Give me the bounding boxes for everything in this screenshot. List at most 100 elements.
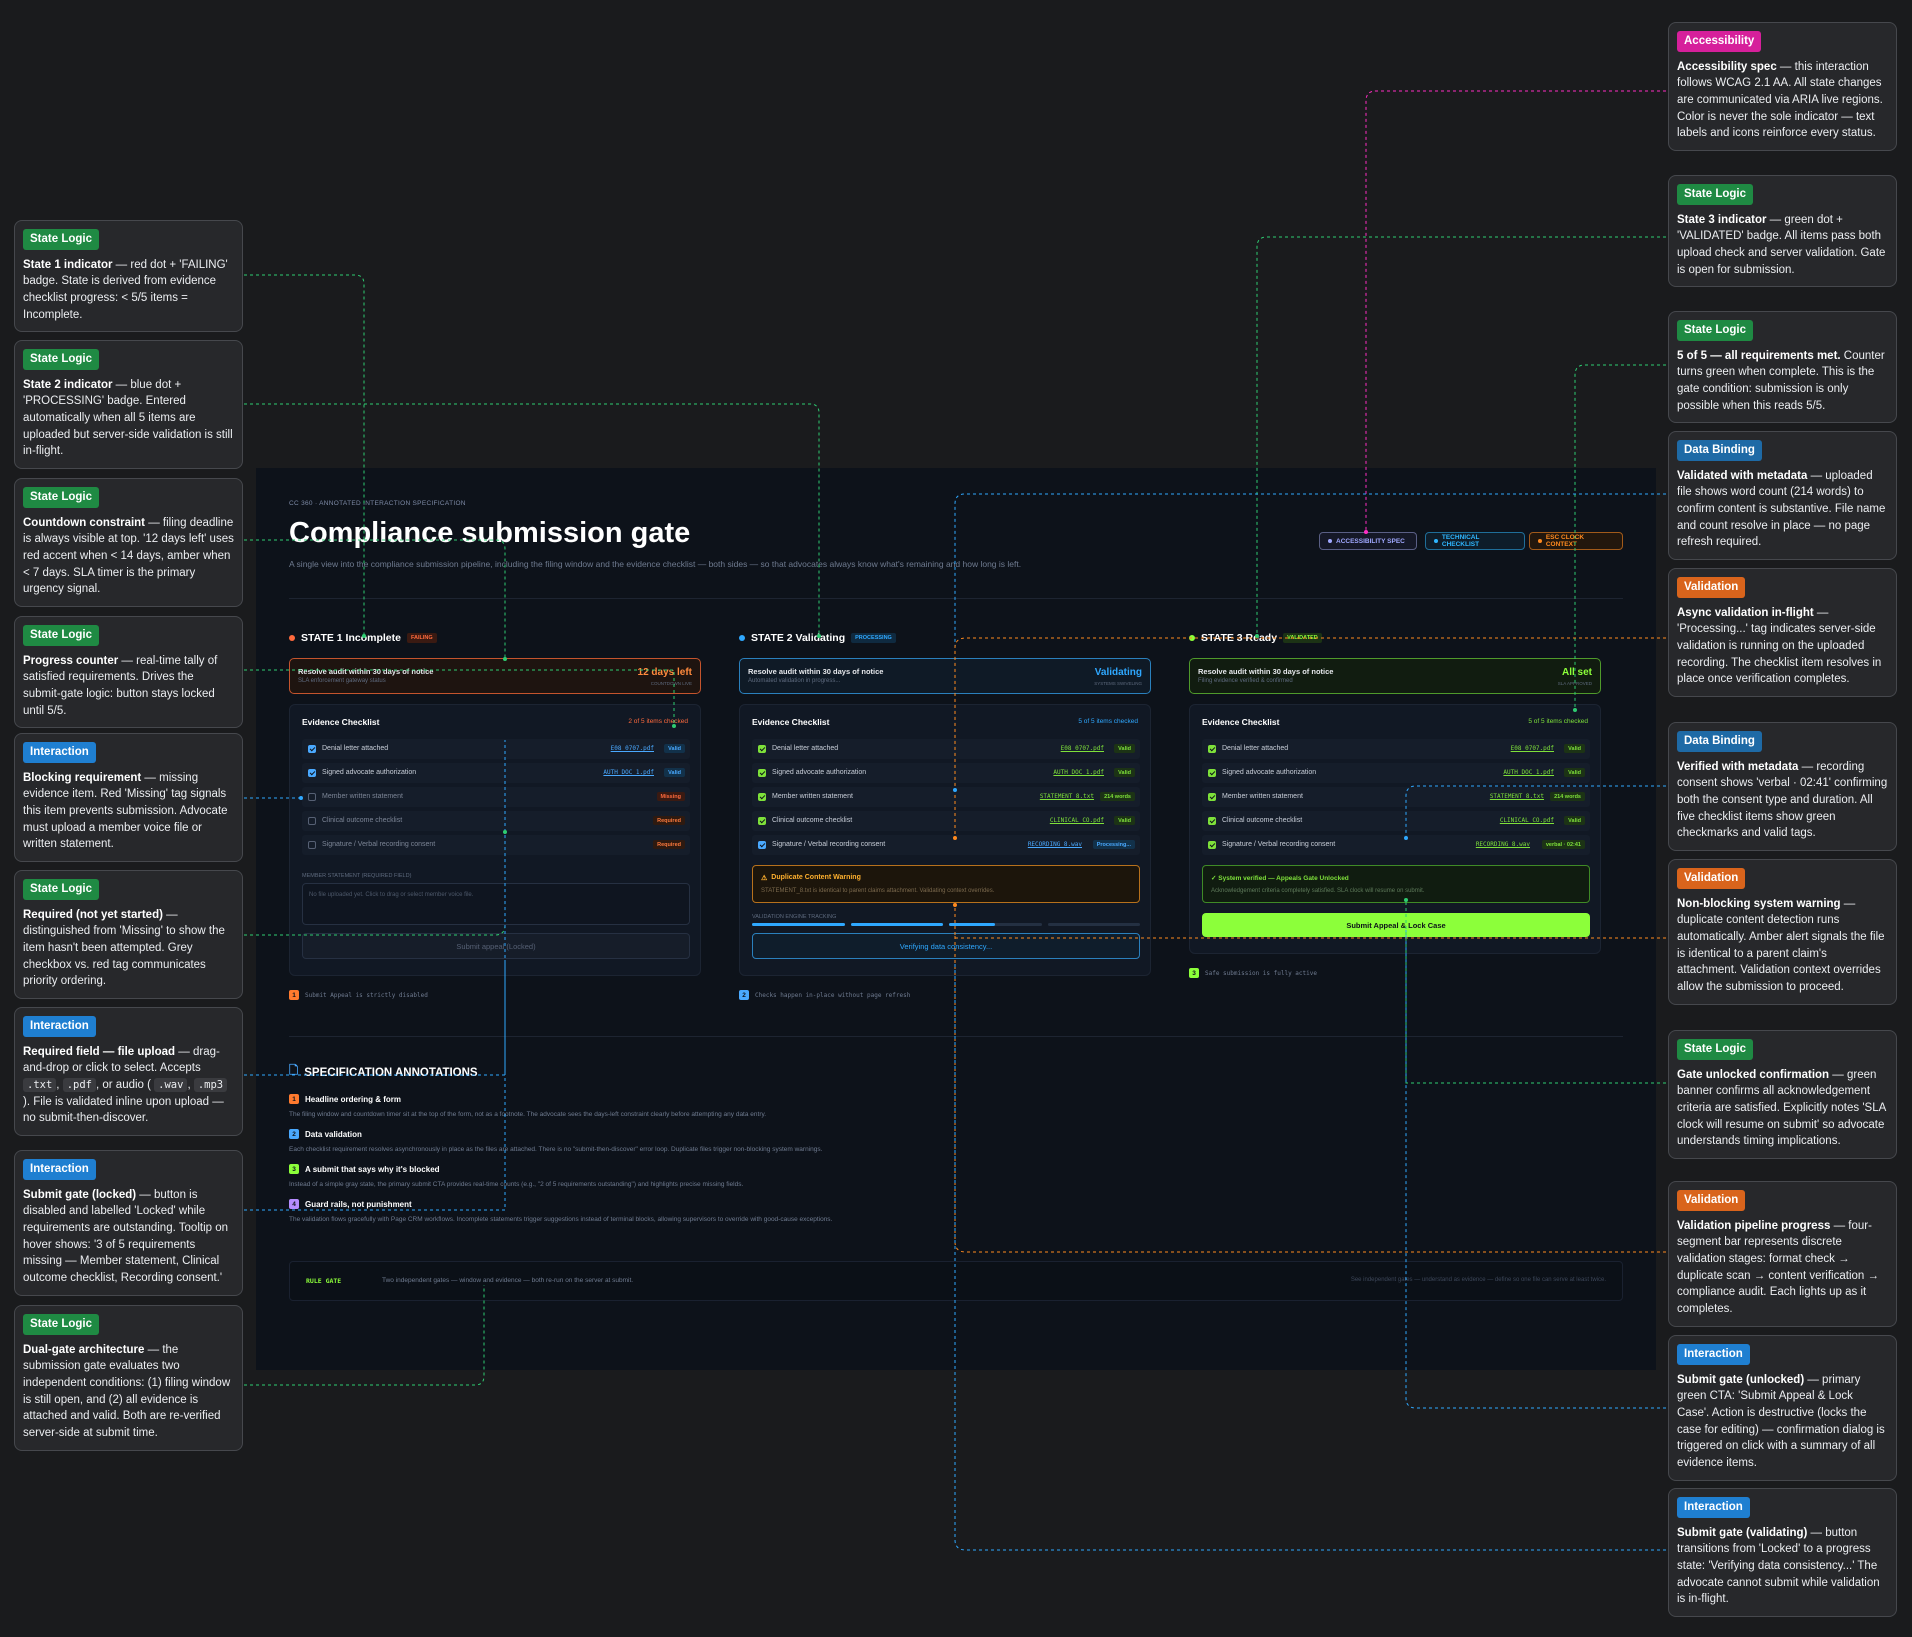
- annotation-submit-validating: Interaction Submit gate (validating) — bu…: [1668, 1488, 1897, 1618]
- state-1-header: STATE 1 Incomplete FAILING: [289, 632, 437, 644]
- upload-label: MEMBER STATEMENT (REQUIRED FIELD): [302, 873, 412, 879]
- checklist-item[interactable]: Denial letter attached E08_0707.pdf Valid: [752, 739, 1140, 759]
- progress-segment: [850, 923, 943, 926]
- duplicate-warning: ⚠ Duplicate Content Warning STATEMENT_8.t…: [752, 865, 1140, 903]
- checklist-item[interactable]: Member written statement Missing: [302, 787, 690, 807]
- footnote: 1 Submit Appeal is strictly disabled: [289, 990, 428, 1000]
- checklist-item[interactable]: Signed advocate authorization AUTH_DOC_1.…: [1202, 763, 1590, 783]
- checklist-item[interactable]: Denial letter attached E08_0707.pdf Valid: [302, 739, 690, 759]
- page-subtitle: A single view into the compliance submis…: [289, 559, 1022, 569]
- failing-badge: FAILING: [406, 633, 437, 643]
- dot-icon: [1538, 539, 1542, 543]
- annotation-state-1-indicator: State Logic State 1 indicator — red dot +…: [14, 220, 243, 333]
- checklist-item[interactable]: Clinical outcome checklist Required: [302, 811, 690, 831]
- progress-segment: [949, 923, 1042, 926]
- checkbox[interactable]: [758, 793, 766, 801]
- checkbox[interactable]: [1208, 769, 1216, 777]
- gate-unlocked-banner: ✓ System verified — Appeals Gate Unlocke…: [1202, 865, 1590, 903]
- checklist-item[interactable]: Clinical outcome checklist CLINICAL_CO.pd…: [1202, 811, 1590, 831]
- validated-badge: VALIDATED: [1283, 633, 1322, 643]
- countdown-banner: Resolve audit within 30 days of notice S…: [289, 658, 701, 694]
- evidence-checklist-2: Evidence Checklist 5 of 5 items checked …: [739, 704, 1151, 976]
- accessibility-spec-pill[interactable]: ACCESSIBILITY SPEC: [1319, 532, 1417, 550]
- processing-badge: PROCESSING: [851, 633, 896, 643]
- annotation-file-upload: Interaction Required field — file upload …: [14, 1007, 243, 1137]
- required-tag: Required: [653, 840, 685, 849]
- checklist-item[interactable]: Signature / Verbal recording consent Requ…: [302, 835, 690, 855]
- checkbox[interactable]: [1208, 817, 1216, 825]
- checkbox[interactable]: [1208, 745, 1216, 753]
- esc-clock-context-pill[interactable]: ESC CLOCK CONTEXT: [1529, 532, 1623, 550]
- annotation-blocking-requirement: Interaction Blocking requirement — missin…: [14, 733, 243, 863]
- checklist-item[interactable]: Member written statement STATEMENT_8.txt 2…: [752, 787, 1140, 807]
- progress-counter: 5 of 5 items checked: [1528, 718, 1588, 725]
- status-dot-icon: [739, 635, 745, 641]
- checkbox[interactable]: [1208, 841, 1216, 849]
- missing-tag: Missing: [656, 792, 685, 801]
- checkbox[interactable]: [308, 793, 316, 801]
- checkbox[interactable]: [758, 769, 766, 777]
- evidence-checklist-3: Evidence Checklist 5 of 5 items checked …: [1189, 704, 1601, 954]
- checkbox[interactable]: [308, 841, 316, 849]
- checklist-item[interactable]: Member written statement STATEMENT_8.txt 2…: [1202, 787, 1590, 807]
- countdown-banner: Resolve audit within 30 days of notice F…: [1189, 658, 1601, 694]
- progress-segment-fill: [850, 923, 943, 926]
- divider: [289, 1036, 1623, 1037]
- checklist-item[interactable]: Signed advocate authorization AUTH_DOC_1.…: [302, 763, 690, 783]
- annotation-gate-unlocked: State Logic Gate unlocked confirmation — …: [1668, 1030, 1897, 1160]
- footnote: 2 Checks happen in-place without page ref…: [739, 990, 910, 1000]
- annotation-countdown-constraint: State Logic Countdown constraint — filing…: [14, 478, 243, 608]
- checklist-item[interactable]: Clinical outcome checklist CLINICAL_CO.pd…: [752, 811, 1140, 831]
- status-dot-icon: [1189, 635, 1195, 641]
- annotation-progress-counter: State Logic Progress counter — real-time …: [14, 616, 243, 729]
- annotation-submit-unlocked: Interaction Submit gate (unlocked) — prim…: [1668, 1335, 1897, 1481]
- footnote: 3 Safe submission is fully active: [1189, 968, 1317, 978]
- checklist-item[interactable]: Signature / Verbal recording consent RECO…: [752, 835, 1140, 855]
- annotation-validated-metadata: Data Binding Validated with metadata — up…: [1668, 431, 1897, 561]
- divider: [289, 598, 1623, 599]
- dot-icon: [1434, 539, 1438, 543]
- checkbox[interactable]: [308, 817, 316, 825]
- required-tag: Required: [653, 816, 685, 825]
- spec-item-text: Instead of a simple gray state, the prim…: [289, 1181, 744, 1188]
- checkbox[interactable]: [758, 745, 766, 753]
- annotation-all-requirements-met: State Logic 5 of 5 — all requirements met…: [1668, 311, 1897, 424]
- checklist-item[interactable]: Denial letter attached E08_0707.pdf Valid: [1202, 739, 1590, 759]
- days-left: 12 days left: [637, 667, 692, 678]
- document-icon: 🗋: [289, 1065, 299, 1077]
- warning-icon: ⚠: [761, 875, 768, 882]
- annotation-state-2-indicator: State Logic State 2 indicator — blue dot …: [14, 340, 243, 470]
- spec-item-text: The filing window and countdown timer si…: [289, 1111, 767, 1118]
- countdown-banner: Resolve audit within 30 days of notice A…: [739, 658, 1151, 694]
- eyebrow: CC 360 · ANNOTATED INTERACTION SPECIFICA…: [289, 500, 466, 507]
- status-dot-icon: [289, 635, 295, 641]
- checkbox[interactable]: [758, 817, 766, 825]
- checkbox[interactable]: [1208, 793, 1216, 801]
- submit-appeal-lock-case-button[interactable]: Submit Appeal & Lock Case: [1202, 913, 1590, 937]
- checkbox[interactable]: [758, 841, 766, 849]
- progress-segment: [1047, 923, 1140, 926]
- annotation-state-3-indicator: State Logic State 3 indicator — green dot…: [1668, 175, 1897, 288]
- spec-item-text: Each checklist requirement resolves asyn…: [289, 1146, 823, 1153]
- spec-item-title: 4 Guard rails, not punishment: [289, 1199, 412, 1209]
- checkbox[interactable]: [308, 745, 316, 753]
- file-upload-field[interactable]: No file uploaded yet. Click to drag or s…: [302, 883, 690, 925]
- evidence-checklist-1: Evidence Checklist 2 of 5 items checked …: [289, 704, 701, 976]
- progress-segment-fill: [949, 923, 996, 926]
- checkbox[interactable]: [308, 769, 316, 777]
- annotation-system-warning: Validation Non-blocking system warning — …: [1668, 859, 1897, 1005]
- dot-icon: [1328, 539, 1332, 543]
- progress-counter: 5 of 5 items checked: [1078, 718, 1138, 725]
- state-2-header: STATE 2 Validating PROCESSING: [739, 632, 896, 644]
- submit-appeal-locked-button[interactable]: Submit appeal (Locked): [302, 933, 690, 959]
- spec-frame: CC 360 · ANNOTATED INTERACTION SPECIFICA…: [256, 468, 1656, 1370]
- validation-progress-bar: [752, 923, 1140, 926]
- annotation-async-validation: Validation Async validation in-flight — '…: [1668, 568, 1897, 698]
- annotation-dual-gate: State Logic Dual-gate architecture — the …: [14, 1305, 243, 1451]
- checklist-item[interactable]: Signature / Verbal recording consent RECO…: [1202, 835, 1590, 855]
- processing-tag: Processing...: [1092, 840, 1135, 849]
- spec-item-title: 1 Headline ordering & form: [289, 1094, 401, 1104]
- verifying-button[interactable]: Verifying data consistency...: [752, 933, 1140, 959]
- technical-checklist-pill[interactable]: TECHNICAL CHECKLIST: [1425, 532, 1525, 550]
- checklist-item[interactable]: Signed advocate authorization AUTH_DOC_1.…: [752, 763, 1140, 783]
